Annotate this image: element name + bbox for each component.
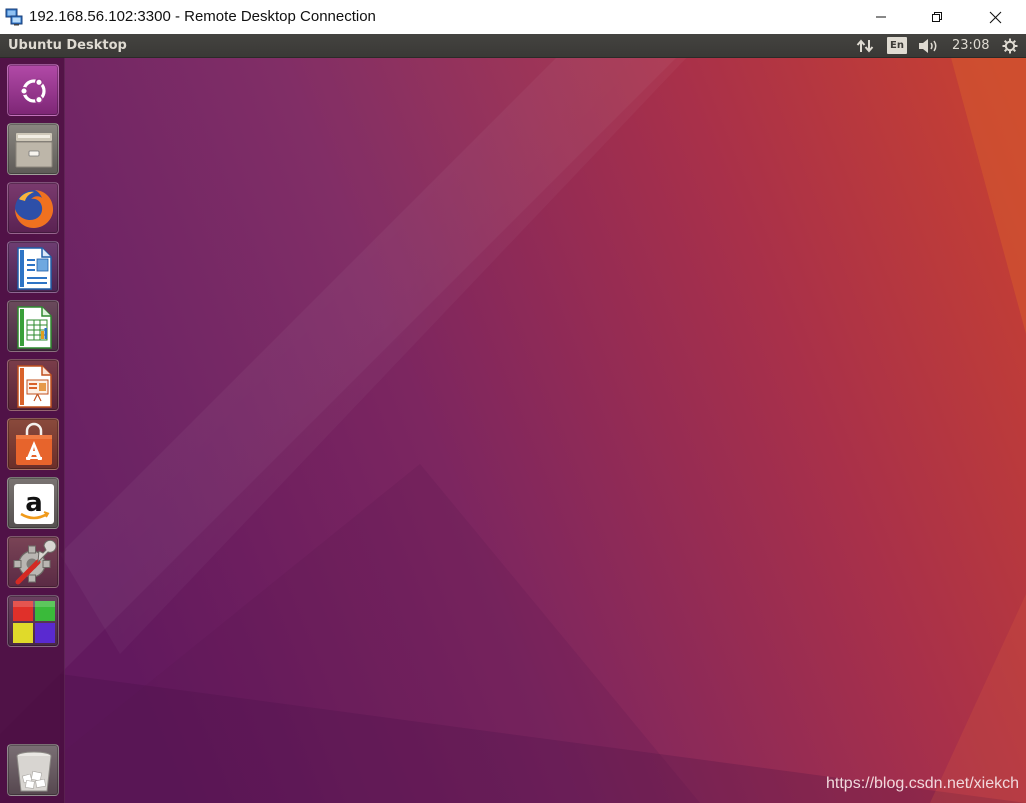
panel-title: Ubuntu Desktop [8, 38, 127, 53]
software-bag-icon [16, 422, 52, 465]
launcher-item-calc[interactable] [7, 300, 59, 352]
close-icon [989, 11, 1001, 23]
window-titlebar: 192.168.56.102:3300 - Remote Desktop Con… [0, 0, 1026, 34]
launcher-item-amazon[interactable]: a [7, 477, 59, 529]
workspaces-icon [13, 601, 55, 643]
network-updown-icon [856, 39, 874, 53]
launcher-item-trash[interactable] [7, 744, 59, 796]
amazon-icon: a [14, 484, 54, 524]
writer-icon [17, 247, 52, 290]
svg-text:a: a [25, 488, 43, 518]
launcher-item-writer[interactable] [7, 241, 59, 293]
settings-tools-icon [13, 539, 57, 585]
calc-icon [17, 306, 52, 349]
remote-desktop-icon [5, 8, 23, 26]
launcher-item-dash[interactable] [7, 64, 59, 116]
minimize-button[interactable] [852, 0, 910, 34]
firefox-icon [15, 190, 54, 228]
file-cabinet-icon [15, 133, 53, 168]
launcher-item-settings[interactable] [7, 536, 59, 588]
watermark: https://blog.csdn.net/xiekch [826, 775, 1019, 792]
launcher-item-files[interactable] [7, 123, 59, 175]
network-indicator[interactable] [853, 34, 877, 58]
ubuntu-logo-icon [19, 78, 46, 104]
gear-icon [1002, 38, 1018, 54]
minimize-icon [876, 16, 886, 18]
launcher-item-impress[interactable] [7, 359, 59, 411]
restore-icon [932, 12, 942, 22]
impress-icon [17, 365, 52, 408]
launcher-item-workspaces[interactable] [7, 595, 59, 647]
sound-indicator[interactable] [916, 34, 942, 58]
session-menu[interactable] [998, 34, 1022, 58]
close-button[interactable] [966, 0, 1024, 34]
clock[interactable]: 23:08 [952, 34, 989, 58]
desktop-wallpaper[interactable] [0, 34, 1026, 803]
launcher-item-firefox[interactable] [7, 182, 59, 234]
speaker-icon [919, 39, 937, 53]
restore-button[interactable] [908, 0, 966, 34]
keyboard-layout-indicator[interactable]: En [887, 37, 907, 54]
top-panel: Ubuntu Desktop En 23:08 [0, 34, 1026, 58]
window-title: 192.168.56.102:3300 - Remote Desktop Con… [29, 8, 376, 25]
trash-icon [16, 751, 52, 792]
launcher-item-software[interactable] [7, 418, 59, 470]
